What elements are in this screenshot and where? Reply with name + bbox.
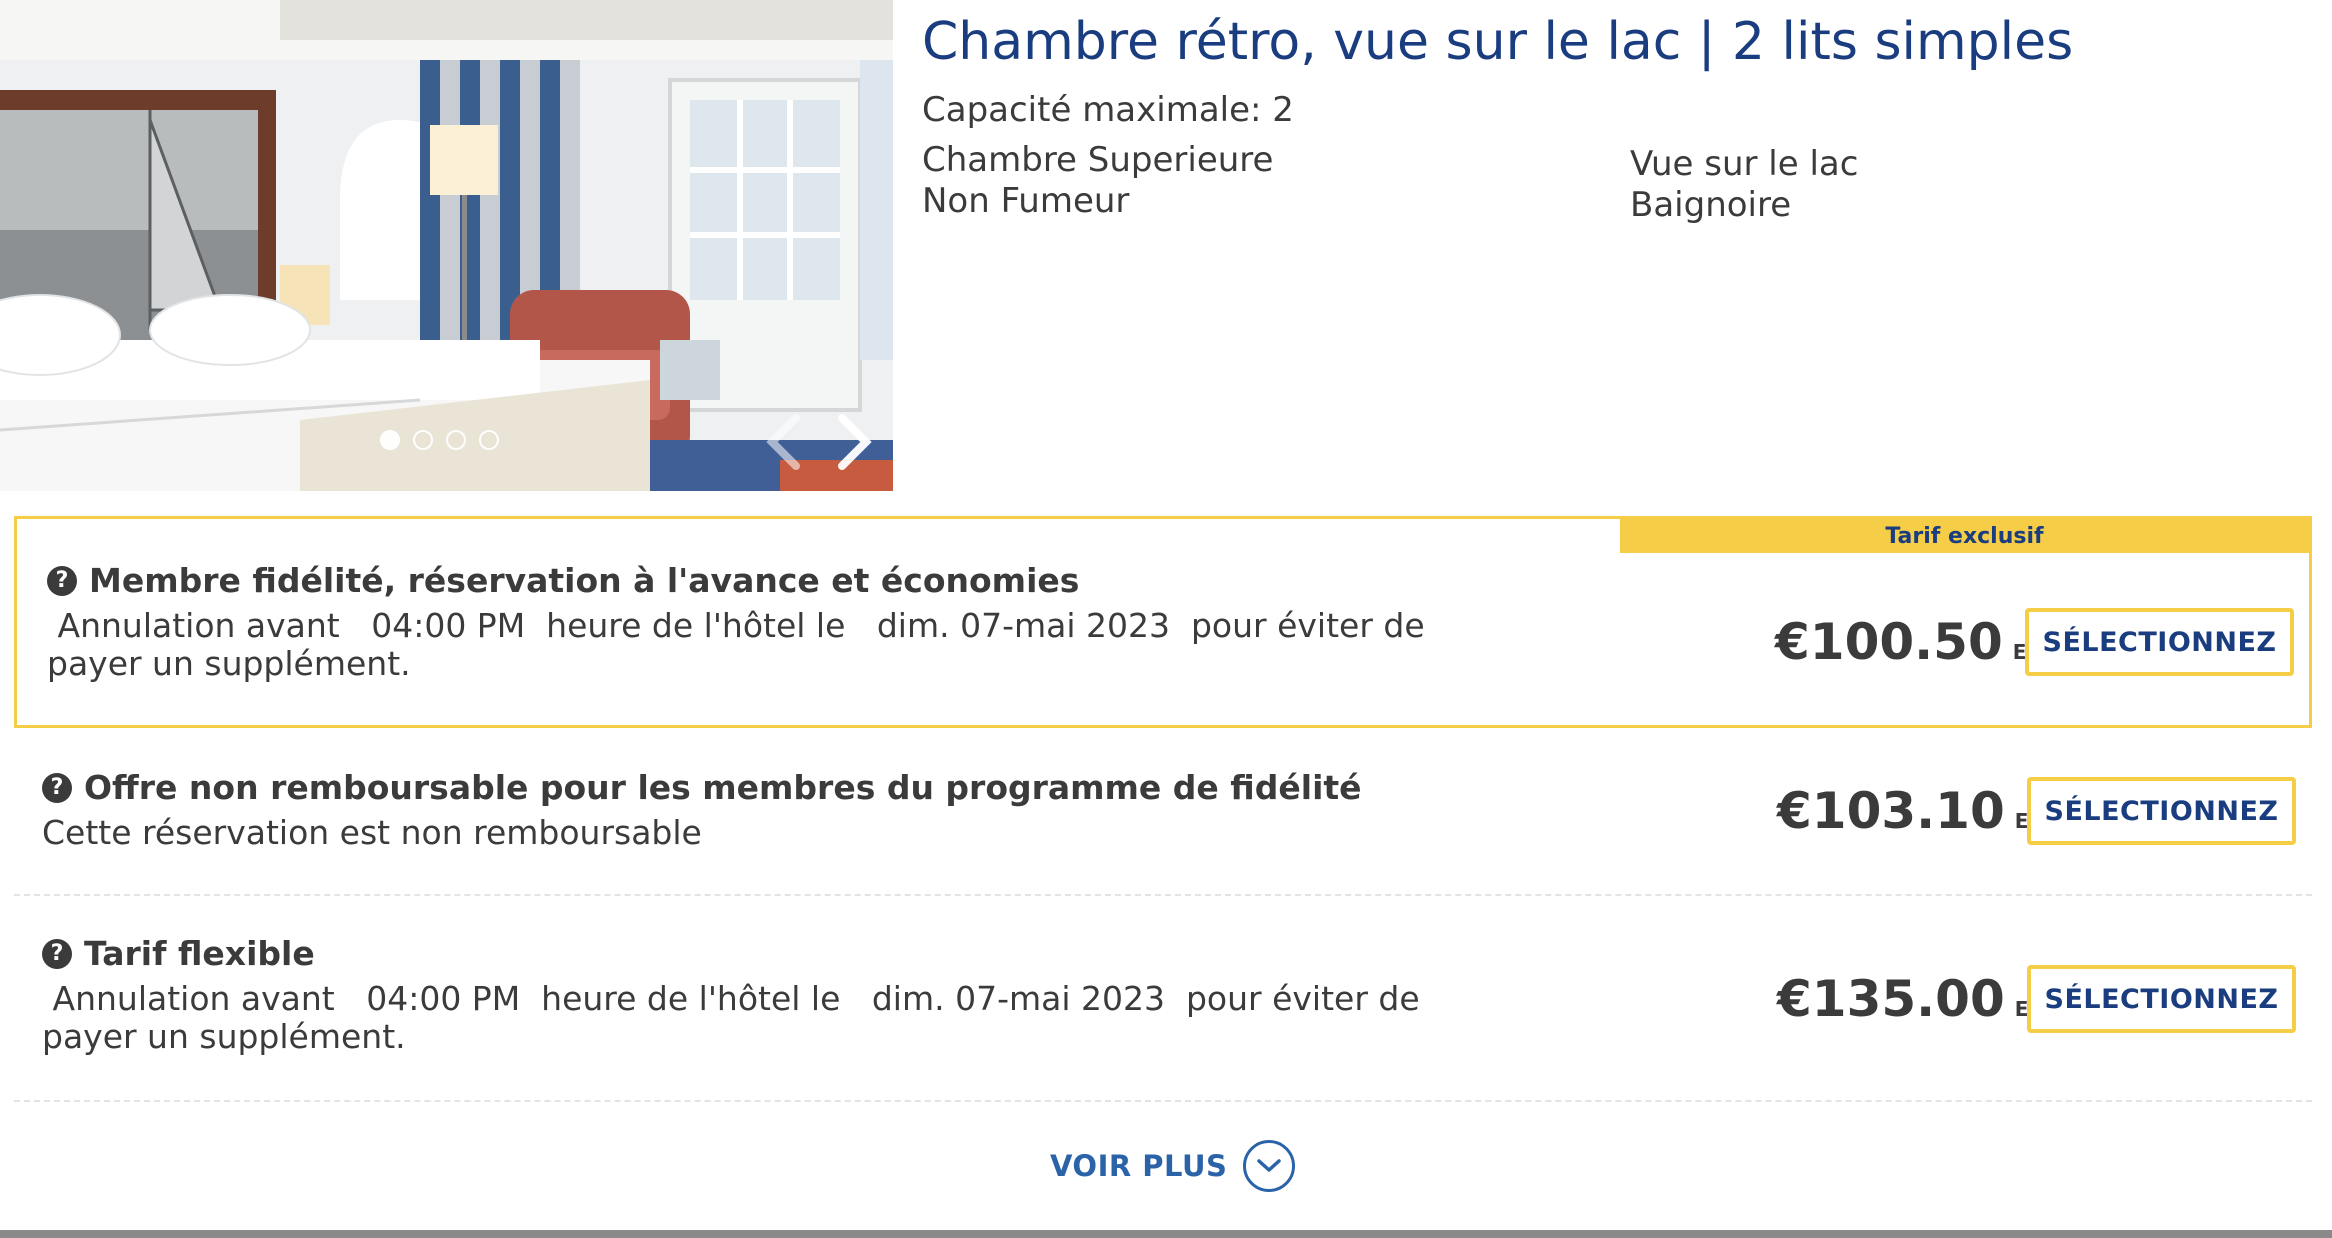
- room-feature: Baignoire: [1630, 185, 1792, 225]
- chevron-left-icon: [766, 414, 800, 470]
- price-amount: €135.00: [1777, 970, 2005, 1028]
- room-feature: Chambre Superieure: [922, 140, 1274, 180]
- rate-cancellation-policy: Cette réservation est non remboursable: [42, 813, 702, 852]
- rate-name: Membre fidélité, réservation à l'avance …: [89, 561, 1080, 600]
- gallery-dot[interactable]: [446, 430, 466, 450]
- price-amount: €103.10: [1777, 782, 2005, 840]
- rate-cancellation-policy: Annulation avant 04:00 PM heure de l'hôt…: [47, 606, 1436, 683]
- rate-name: Tarif flexible: [84, 934, 315, 973]
- room-capacity: Capacité maximale: 2: [922, 90, 1294, 130]
- rate-divider: [14, 1100, 2312, 1102]
- help-icon[interactable]: ?: [47, 565, 77, 596]
- voir-plus-label: VOIR PLUS: [1050, 1149, 1228, 1183]
- rate-price: €103.10 EUR: [1777, 782, 2060, 840]
- rate-price: €100.50 EUR: [1775, 613, 2058, 671]
- rate-name-row: ? Offre non remboursable pour les membre…: [42, 768, 1362, 807]
- gallery-pagination: [380, 430, 499, 450]
- select-rate-button[interactable]: SÉLECTIONNEZ: [2027, 777, 2296, 845]
- select-rate-button[interactable]: SÉLECTIONNEZ: [2025, 608, 2294, 676]
- chevron-right-icon: [838, 414, 872, 470]
- rate-option: ? Tarif flexible Annulation avant 04:00 …: [14, 896, 2312, 1100]
- gallery-prev-button[interactable]: [760, 412, 808, 472]
- rate-name-row: ? Membre fidélité, réservation à l'avanc…: [47, 561, 1079, 600]
- exclusive-rate-badge: Tarif exclusif: [1620, 519, 2309, 553]
- room-feature: Vue sur le lac: [1630, 144, 1859, 184]
- help-icon[interactable]: ?: [42, 938, 72, 969]
- rate-name-row: ? Tarif flexible: [42, 934, 315, 973]
- room-photo[interactable]: [0, 0, 893, 491]
- help-icon[interactable]: ?: [42, 772, 72, 803]
- rate-option-exclusive: Tarif exclusif ? Membre fidélité, réserv…: [14, 516, 2312, 728]
- bottom-border: [0, 1230, 2332, 1238]
- room-feature: Non Fumeur: [922, 181, 1130, 221]
- rate-name: Offre non remboursable pour les membres …: [84, 768, 1362, 807]
- rate-cancellation-policy: Annulation avant 04:00 PM heure de l'hôt…: [42, 979, 1431, 1056]
- select-rate-button[interactable]: SÉLECTIONNEZ: [2027, 965, 2296, 1033]
- room-features-left: Chambre Superieure Non Fumeur: [922, 140, 1273, 222]
- room-features-right: Vue sur le lac Baignoire: [1630, 144, 1858, 226]
- gallery-dot[interactable]: [479, 430, 499, 450]
- price-amount: €100.50: [1775, 613, 2003, 671]
- rate-option: ? Offre non remboursable pour les membre…: [14, 728, 2312, 894]
- gallery-dot[interactable]: [413, 430, 433, 450]
- room-title: Chambre rétro, vue sur le lac | 2 lits s…: [922, 12, 2074, 72]
- voir-plus-button[interactable]: VOIR PLUS: [1050, 1140, 1296, 1192]
- gallery-next-button[interactable]: [830, 412, 878, 472]
- chevron-down-icon: [1243, 1140, 1296, 1192]
- gallery-dot[interactable]: [380, 430, 400, 450]
- rate-price: €135.00 EUR: [1777, 970, 2060, 1028]
